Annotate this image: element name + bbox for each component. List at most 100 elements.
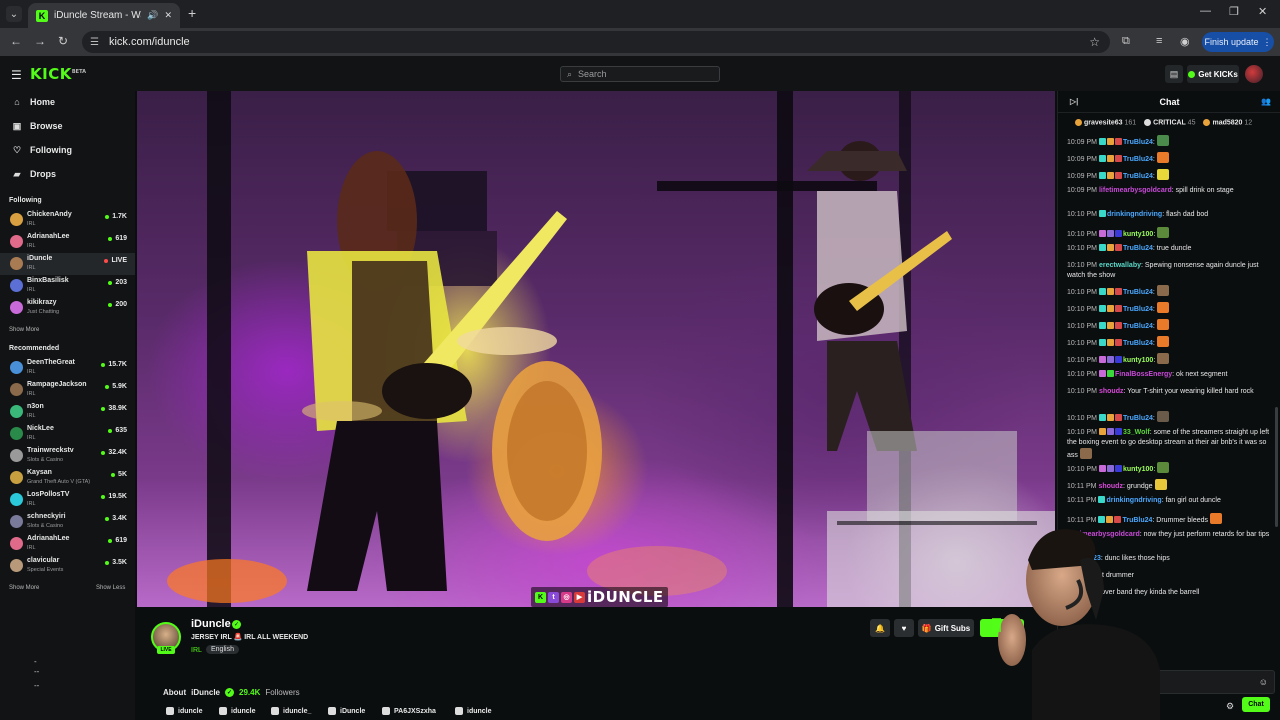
finish-update-button[interactable]: Finish update ⋮ (1202, 32, 1274, 52)
chat-message[interactable]: 10:10 PM kunty100: (1067, 353, 1273, 366)
chat-settings-gear-icon[interactable]: ⚙ (1226, 701, 1234, 712)
chat-username[interactable]: TruBlu24 (1123, 156, 1153, 163)
leaderboard-entry[interactable]: gravesite63 161 (1075, 119, 1136, 127)
reload-icon[interactable]: ↻ (58, 34, 68, 48)
social-link[interactable]: iduncle_ (271, 707, 311, 715)
new-tab-plus-icon[interactable]: + (188, 5, 196, 21)
sidebar-channel-row[interactable]: LosPollosTV IRL 19.5K (0, 489, 135, 511)
chat-username[interactable]: kunty100 (1123, 231, 1153, 238)
chat-username[interactable]: kunty100 (1123, 357, 1153, 364)
chat-message[interactable]: 10:10 PM FinalBossEnergy: ok next segment (1067, 370, 1273, 380)
address-bar[interactable]: ☰ kick.com/iduncle ☆ (82, 31, 1110, 53)
browser-tab-active[interactable]: K iDuncle Stream - Watch Live 🔊 ✕ (28, 3, 180, 28)
chat-username[interactable]: TruBlu24 (1123, 139, 1153, 146)
chat-username[interactable]: TruBlu24 (1123, 173, 1153, 180)
chat-message[interactable]: 10:10 PM TruBlu24: (1067, 302, 1273, 315)
chat-username[interactable]: TruBlu24 (1123, 340, 1153, 347)
extensions-icon[interactable]: ⧉ (1122, 35, 1130, 48)
show-less-link[interactable]: Show Less (96, 585, 125, 591)
tab-audio-icon[interactable]: 🔊 (147, 10, 158, 21)
get-kicks-button[interactable]: Get KICKs (1187, 65, 1239, 83)
sidebar-channel-row[interactable]: iDuncle IRL LIVE (0, 253, 135, 275)
tab-search-chevron-icon[interactable]: ⌄ (6, 6, 22, 22)
chat-message[interactable]: 10:10 PM TruBlu24: (1067, 336, 1273, 349)
chat-username[interactable]: erectwallaby (1099, 262, 1141, 269)
chat-username[interactable]: shoudz (1099, 388, 1124, 395)
chat-users-icon[interactable]: 👥 (1261, 97, 1271, 106)
leaderboard-entry[interactable]: mad5820 12 (1203, 119, 1252, 127)
tab-close-icon[interactable]: ✕ (164, 10, 172, 21)
chat-username[interactable]: shoudz (1098, 483, 1123, 490)
social-link[interactable]: iduncle (166, 707, 203, 715)
chat-message[interactable]: 10:10 PM 33_Wolf: some of the streamers s… (1067, 428, 1273, 461)
chat-username[interactable]: TruBlu24 (1123, 289, 1153, 296)
chat-message[interactable]: 10:10 PM kunty100: (1067, 227, 1273, 240)
chat-scrollbar[interactable] (1275, 407, 1278, 527)
notification-bell-button[interactable]: 🔔 (870, 619, 890, 637)
show-more-following-link[interactable]: Show More (9, 327, 39, 333)
chat-message[interactable]: 10:11 PM shoudz: grundge (1067, 479, 1273, 492)
search-input[interactable]: ⌕ Search (560, 66, 720, 82)
sidebar-channel-row[interactable]: Kaysan Grand Theft Auto V (GTA) 5K (0, 467, 135, 489)
sidebar-nav-following[interactable]: ♡ Following (0, 140, 135, 160)
social-link[interactable]: PA6JXSzxha (382, 707, 436, 715)
sidebar-channel-row[interactable]: n3on IRL 38.9K (0, 401, 135, 423)
favorite-button[interactable]: ♥ (894, 619, 914, 637)
show-more-recommended-link[interactable]: Show More (9, 585, 39, 591)
chat-message[interactable]: 10:10 PM erectwallaby: Spewing nonsense a… (1067, 261, 1273, 281)
sidebar-channel-row[interactable]: ChickenAndy IRL 1.7K (0, 209, 135, 231)
streamer-name[interactable]: iDuncle (191, 618, 231, 630)
chat-message[interactable]: 10:10 PM shoudz: Your T-shirt your wearin… (1067, 387, 1273, 397)
chat-message[interactable]: 10:10 PM TruBlu24: true duncle (1067, 244, 1273, 254)
social-link[interactable]: iduncle (219, 707, 256, 715)
emoji-picker-icon[interactable]: ☺ (1259, 677, 1268, 687)
chat-send-button[interactable]: Chat (1242, 697, 1270, 712)
bookmark-star-icon[interactable]: ☆ (1089, 35, 1100, 49)
chat-message[interactable]: 10:10 PM TruBlu24: (1067, 285, 1273, 298)
window-close-icon[interactable]: ✕ (1258, 5, 1267, 18)
video-player[interactable]: K t ◎ ▶ iDUNCLE (137, 91, 1055, 607)
chat-message[interactable]: 10:09 PM TruBlu24: (1067, 152, 1273, 165)
chat-username[interactable]: kunty100 (1123, 466, 1153, 473)
chat-message[interactable]: 10:09 PM lifetimearbysgoldcard: spill dri… (1067, 186, 1273, 196)
kick-logo[interactable]: KICKBETA (30, 65, 86, 83)
gift-subs-button[interactable]: 🎁 Gift Subs (918, 619, 974, 637)
leaderboard-entry[interactable]: CRITICAL 45 (1144, 119, 1195, 127)
social-link[interactable]: iDuncle (328, 707, 365, 715)
sidebar-channel-row[interactable]: RampageJackson IRL 5.9K (0, 379, 135, 401)
stream-category-link[interactable]: IRL (191, 647, 202, 654)
sidebar-channel-row[interactable]: AdrianahLee IRL 619 (0, 231, 135, 253)
sidebar-channel-row[interactable]: NickLee IRL 635 (0, 423, 135, 445)
chat-message[interactable]: 10:09 PM TruBlu24: (1067, 135, 1273, 148)
chat-message[interactable]: 10:10 PM TruBlu24: (1067, 319, 1273, 332)
chat-username[interactable]: lifetimearbysgoldcard (1099, 187, 1172, 194)
sidebar-channel-row[interactable]: DeenTheGreat IRL 15.7K (0, 357, 135, 379)
sidebar-nav-drops[interactable]: ▰ Drops (0, 164, 135, 184)
chat-message[interactable]: 10:09 PM TruBlu24: (1067, 169, 1273, 182)
sidebar-channel-row[interactable]: AdrianahLee IRL 619 (0, 533, 135, 555)
profile-icon[interactable]: ◉ (1180, 35, 1190, 48)
minimize-icon[interactable]: — (1200, 5, 1211, 17)
hamburger-menu-icon[interactable]: ☰ (11, 68, 22, 82)
chat-username[interactable]: drinkingndriving (1106, 497, 1161, 504)
sidebar-channel-row[interactable]: clavicular Special Events 3.5K (0, 555, 135, 577)
sidebar-nav-browse[interactable]: ▣ Browse (0, 116, 135, 136)
user-avatar[interactable] (1245, 65, 1263, 83)
chat-username[interactable]: TruBlu24 (1123, 245, 1153, 252)
chat-username[interactable]: TruBlu24 (1123, 415, 1153, 422)
chat-message[interactable]: 10:10 PM drinkingndriving: flash dad bod (1067, 210, 1273, 220)
chat-username[interactable]: TruBlu24 (1123, 306, 1153, 313)
sidebar-channel-row[interactable]: Trainwreckstv Slots & Casino 32.4K (0, 445, 135, 467)
social-link[interactable]: iduncle (455, 707, 492, 715)
chat-username[interactable]: FinalBossEnergy (1115, 371, 1172, 378)
forward-arrow-icon[interactable]: → (34, 34, 46, 48)
back-arrow-icon[interactable]: ← (10, 34, 22, 48)
chat-message[interactable]: 10:10 PM TruBlu24: (1067, 411, 1273, 424)
sidebar-channel-row[interactable]: BinxBasilisk IRL 203 (0, 275, 135, 297)
sidebar-nav-home[interactable]: ⌂ Home (0, 92, 135, 112)
chat-username[interactable]: 33_Wolf (1123, 429, 1150, 436)
sidebar-channel-row[interactable]: schneckyiri Slots & Casino 3.4K (0, 511, 135, 533)
sidebar-channel-row[interactable]: kikikrazy Just Chatting 200 (0, 297, 135, 319)
chat-message[interactable]: 10:10 PM kunty100: (1067, 462, 1273, 475)
site-info-icon[interactable]: ☰ (90, 37, 99, 48)
